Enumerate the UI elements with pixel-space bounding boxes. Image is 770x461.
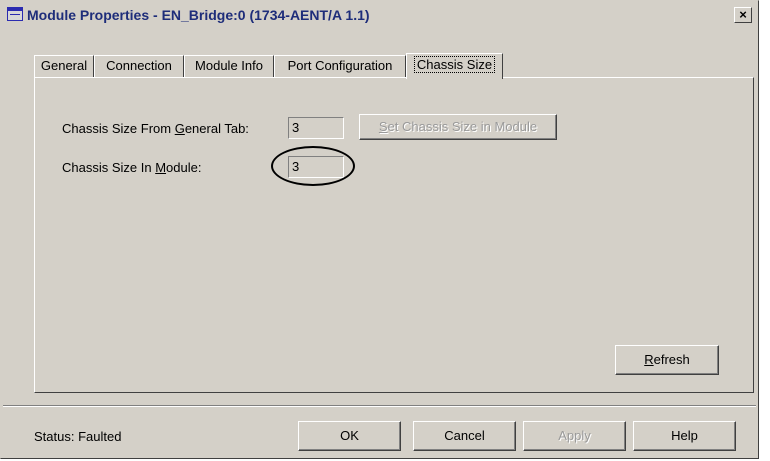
tab-label: Chassis Size [413,56,496,73]
refresh-button[interactable]: Refresh [615,345,719,375]
ok-button[interactable]: OK [298,421,401,451]
tab-label: Module Info [195,58,263,73]
module-properties-window: Module Properties - EN_Bridge:0 (1734-AE… [0,0,759,459]
window-title: Module Properties - EN_Bridge:0 (1734-AE… [27,7,370,23]
chassis-size-in-module-label: Chassis Size In Module: [62,160,202,175]
tab-label: Port Configuration [287,58,393,73]
status-text: Status: Faulted [34,429,122,444]
tab-label: Connection [106,58,172,73]
close-icon: × [739,7,747,22]
tab-general[interactable]: General [34,55,94,77]
tab-module-info[interactable]: Module Info [184,55,274,77]
chassis-size-from-general-field[interactable]: 3 [288,117,344,139]
highlight-ellipse [271,146,355,186]
close-button[interactable]: × [734,7,752,23]
tab-label: General [40,58,88,73]
footer-separator [3,405,756,407]
tab-port-configuration[interactable]: Port Configuration [274,55,406,77]
title-bar[interactable]: Module Properties - EN_Bridge:0 (1734-AE… [3,3,756,27]
help-button[interactable]: Help [633,421,736,451]
set-chassis-size-button[interactable]: Set Chassis Size in Module [359,114,557,140]
chassis-size-from-general-label: Chassis Size From General Tab: [62,121,249,136]
window-icon [7,7,23,21]
tab-chassis-size[interactable]: Chassis Size [406,53,503,79]
apply-button[interactable]: Apply [523,421,626,451]
tab-connection[interactable]: Connection [94,55,184,77]
cancel-button[interactable]: Cancel [413,421,516,451]
